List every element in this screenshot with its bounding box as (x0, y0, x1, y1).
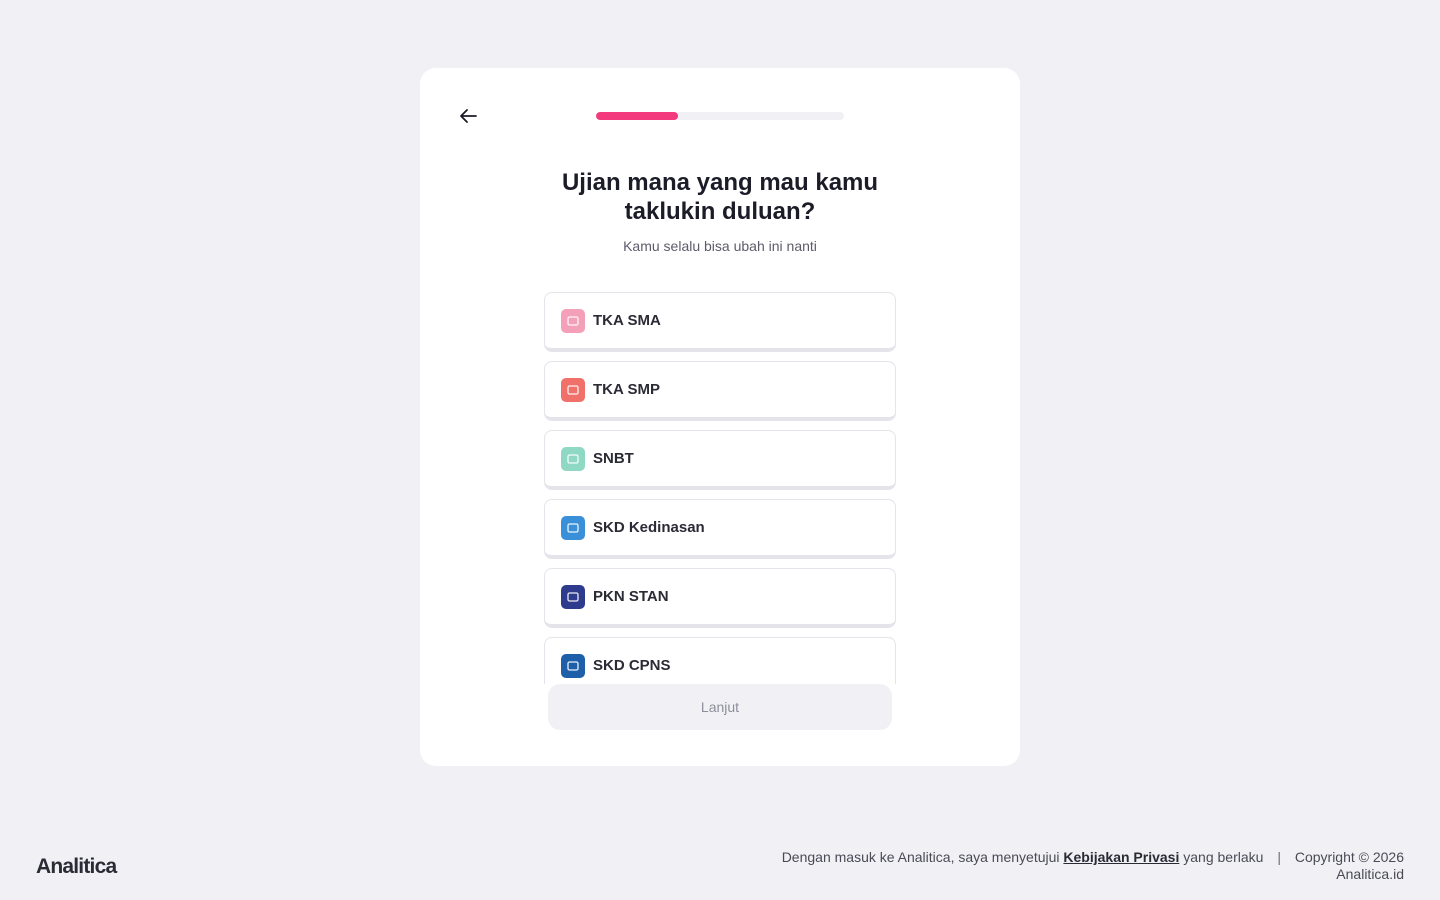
footer-separator: | (1277, 849, 1281, 865)
exam-option-label: TKA SMP (593, 381, 660, 398)
exam-option-label: TKA SMA (593, 312, 661, 329)
brand-logo: Analitica (36, 855, 117, 878)
exam-option[interactable]: SNBT (544, 430, 896, 490)
exam-option-label: SNBT (593, 450, 634, 467)
consent-suffix: yang berlaku (1183, 849, 1264, 865)
back-button[interactable] (456, 104, 480, 128)
exam-option[interactable]: SKD Kedinasan (544, 499, 896, 559)
page-subtitle: Kamu selalu bisa ubah ini nanti (623, 238, 817, 254)
progress-bar (596, 112, 844, 120)
exam-option[interactable]: TKA SMP (544, 361, 896, 421)
onboarding-card: Ujian mana yang mau kamu taklukin duluan… (420, 68, 1020, 766)
skd-cpns-icon (561, 653, 585, 678)
exam-option[interactable]: TKA SMA (544, 292, 896, 352)
tka-sma-icon (561, 308, 585, 333)
snbt-icon (561, 446, 585, 471)
tka-smp-icon (561, 377, 585, 402)
exam-option[interactable]: SKD CPNS (544, 637, 896, 684)
privacy-policy-link[interactable]: Kebijakan Privasi (1063, 849, 1179, 865)
arrow-left-icon (460, 109, 477, 123)
footer-legal: Dengan masuk ke Analitica, saya menyetuj… (764, 849, 1404, 883)
copyright-text: Copyright © 2026 Analitica.id (1294, 849, 1404, 882)
page-title: Ujian mana yang mau kamu taklukin duluan… (561, 169, 879, 225)
consent-text: Dengan masuk ke Analitica, saya menyetuj… (781, 849, 1060, 865)
continue-button[interactable]: Lanjut (548, 684, 892, 730)
pkn-stan-icon (561, 584, 585, 609)
progress-fill (596, 112, 678, 120)
exam-option-label: PKN STAN (593, 588, 669, 605)
exam-option-label: SKD CPNS (593, 657, 671, 674)
exam-options-list[interactable]: TKA SMA TKA SMP SNBT SKD Kedinasan PKN STAN S… (544, 292, 896, 684)
skd-kedinasan-icon (561, 515, 585, 540)
exam-option-label: SKD Kedinasan (593, 519, 705, 536)
exam-option[interactable]: PKN STAN (544, 568, 896, 628)
